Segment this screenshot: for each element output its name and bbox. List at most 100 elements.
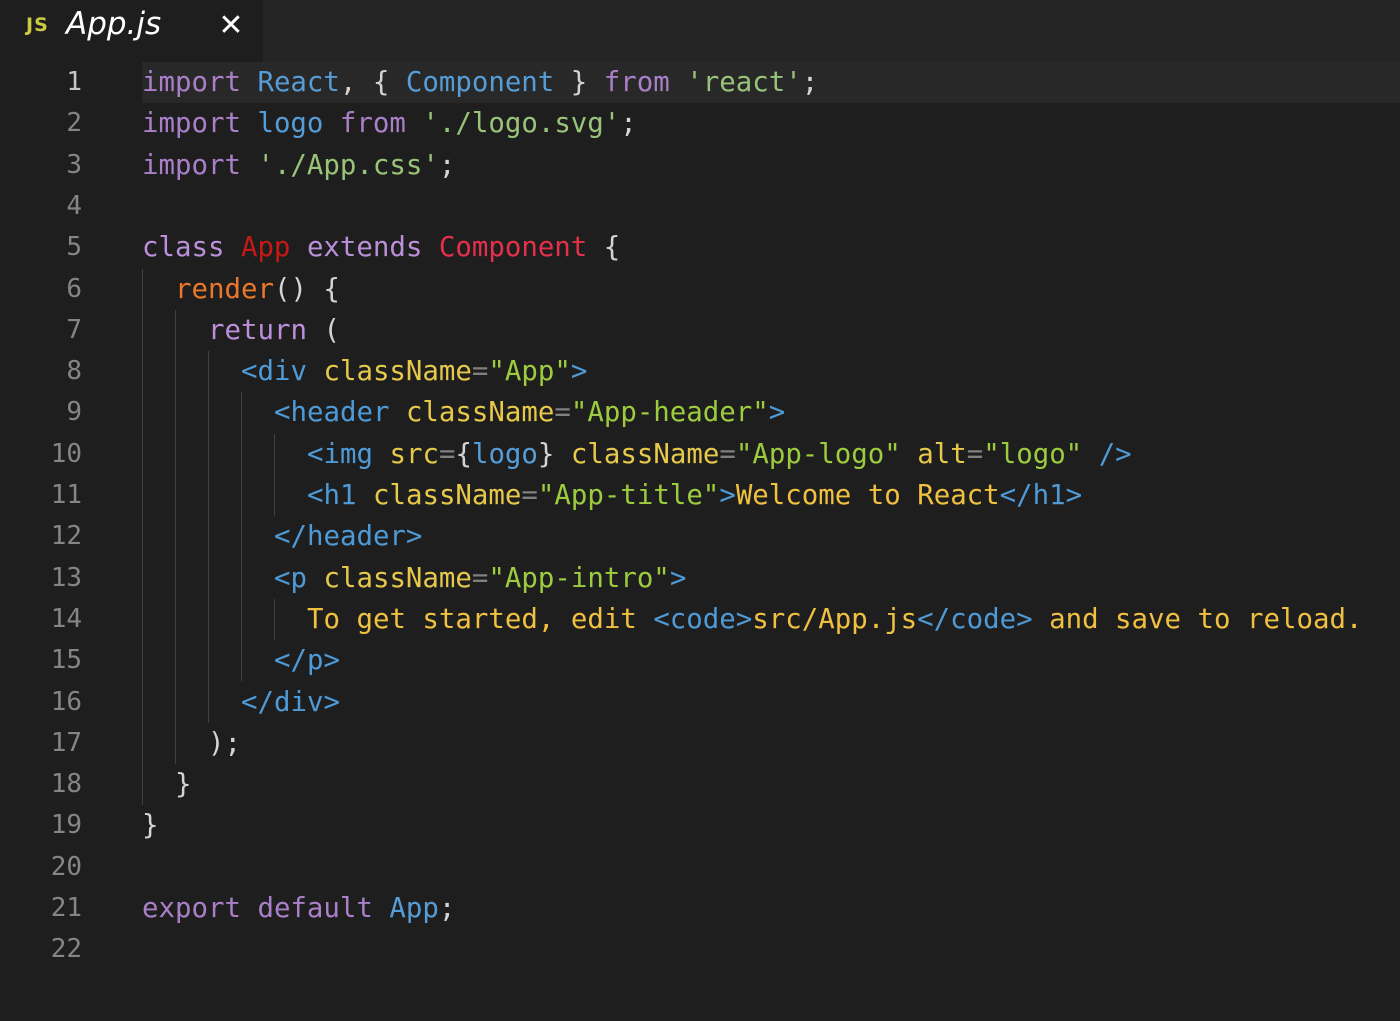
code-text: <header className="App-header"> [274,392,785,433]
code-text: import logo from './logo.svg'; [142,103,637,144]
code-line[interactable]: 3 import './App.css'; [0,145,1400,186]
code-line[interactable]: 1 import React, { Component } from 'react… [0,62,1400,104]
code-content: <img src={logo} className="App-logo" alt… [142,434,1400,475]
code-text: class App extends Component { [142,227,620,268]
code-token: logo [471,438,538,470]
code-token: <div [241,356,307,388]
code-token: = [471,562,489,594]
code-token: ; [620,108,637,140]
line-number: 19 [50,810,82,841]
code-line[interactable]: 10 <img src={logo} className="App-logo" a… [0,434,1400,475]
indent-guide [208,351,209,723]
code-token: > [570,356,588,388]
code-text: <img src={logo} className="App-logo" alt… [307,434,1132,475]
code-token: default [257,893,373,924]
code-token: } [537,438,555,470]
code-line[interactable]: 14 To get started, edit <code>src/App.js<… [0,599,1400,640]
code-text: ); [208,723,241,764]
code-content: <p className="App-intro"> [142,558,1400,599]
code-line[interactable]: 5 class App extends Component { [0,227,1400,268]
tab-bar: JS App.js ✕ [0,0,1400,62]
code-content: return ( [142,310,1400,351]
code-token: "logo" [983,438,1083,470]
code-token: <code> [653,603,753,635]
code-line[interactable]: 21 export default App; [0,888,1400,929]
line-number: 9 [66,397,82,428]
code-line[interactable]: 8 <div className="App"> [0,351,1400,392]
code-content: render() { [142,269,1400,310]
code-text: </p> [274,640,340,681]
code-line[interactable]: 11 <h1 className="App-title">Welcome to R… [0,475,1400,516]
code-token: <header [274,397,390,429]
code-content: <header className="App-header"> [142,392,1400,433]
code-token: ; [438,893,456,924]
code-text: <p className="App-intro"> [274,558,686,599]
code-line[interactable]: 4 [0,186,1400,227]
code-token: className [570,438,720,470]
line-number: 5 [66,232,82,263]
line-number: 14 [50,603,82,634]
code-editor[interactable]: 1 import React, { Component } from 'react… [0,62,1400,1021]
code-content: } [142,764,1400,805]
indent-guide [274,598,275,641]
code-line[interactable]: 19} [0,805,1400,846]
code-line[interactable]: 6 render() { [0,269,1400,310]
code-token: "App-header" [570,397,769,429]
code-token: Component [405,67,555,98]
code-token: /> [1098,438,1132,470]
code-line[interactable]: 22 [0,929,1400,970]
code-line[interactable]: 20 [0,847,1400,888]
code-text: import React, { Component } from 'react'… [142,62,818,103]
code-content: </header> [142,516,1400,557]
js-file-icon: JS [26,14,49,36]
line-number: 3 [66,149,82,180]
code-token: ); [208,727,241,759]
code-content [142,186,1400,227]
line-number: 8 [66,356,82,387]
code-token: className [323,356,472,388]
code-line[interactable]: 16 </div> [0,682,1400,723]
code-text: <h1 className="App-title">Welcome to Rea… [307,475,1082,516]
line-number: 18 [50,769,82,800]
code-token: ( [306,314,340,346]
code-token: <img [307,438,373,470]
code-line[interactable]: 18} [0,764,1400,805]
code-line[interactable]: 2 import logo from './logo.svg'; [0,103,1400,144]
code-token: } [175,769,192,801]
code-content [142,929,1400,970]
indent-guide [241,392,242,682]
code-text: To get started, edit <code>src/App.js</c… [307,599,1362,640]
code-token: To get started, edit [307,603,654,635]
code-line[interactable]: 12 </header> [0,516,1400,557]
code-line[interactable]: 15 </p> [0,640,1400,681]
code-line[interactable]: 17); [0,723,1400,764]
code-content: import './App.css'; [142,145,1400,186]
code-token: import [142,67,241,98]
code-line[interactable]: 7 return ( [0,310,1400,351]
code-text: <div className="App"> [241,351,587,392]
code-token: className [405,397,555,429]
code-content: import logo from './logo.svg'; [142,103,1400,144]
code-token: = [719,438,736,470]
code-token: </header> [274,521,423,553]
code-content: export default App; [142,888,1400,929]
close-icon[interactable]: ✕ [214,6,248,46]
code-token: Welcome to React [735,480,1000,511]
code-token: and save to reload. [1032,603,1363,635]
code-token: , { [339,67,406,98]
code-token: './logo.svg' [422,108,621,140]
code-line[interactable]: 9 <header className="App-header"> [0,392,1400,433]
tab-app-js[interactable]: JS App.js ✕ [0,0,263,62]
code-token: = [966,438,984,470]
code-token: = [471,356,489,388]
indent-guide [175,309,176,765]
code-line[interactable]: 13 <p className="App-intro"> [0,558,1400,599]
line-number: 2 [66,108,82,139]
line-number: 17 [50,727,82,758]
